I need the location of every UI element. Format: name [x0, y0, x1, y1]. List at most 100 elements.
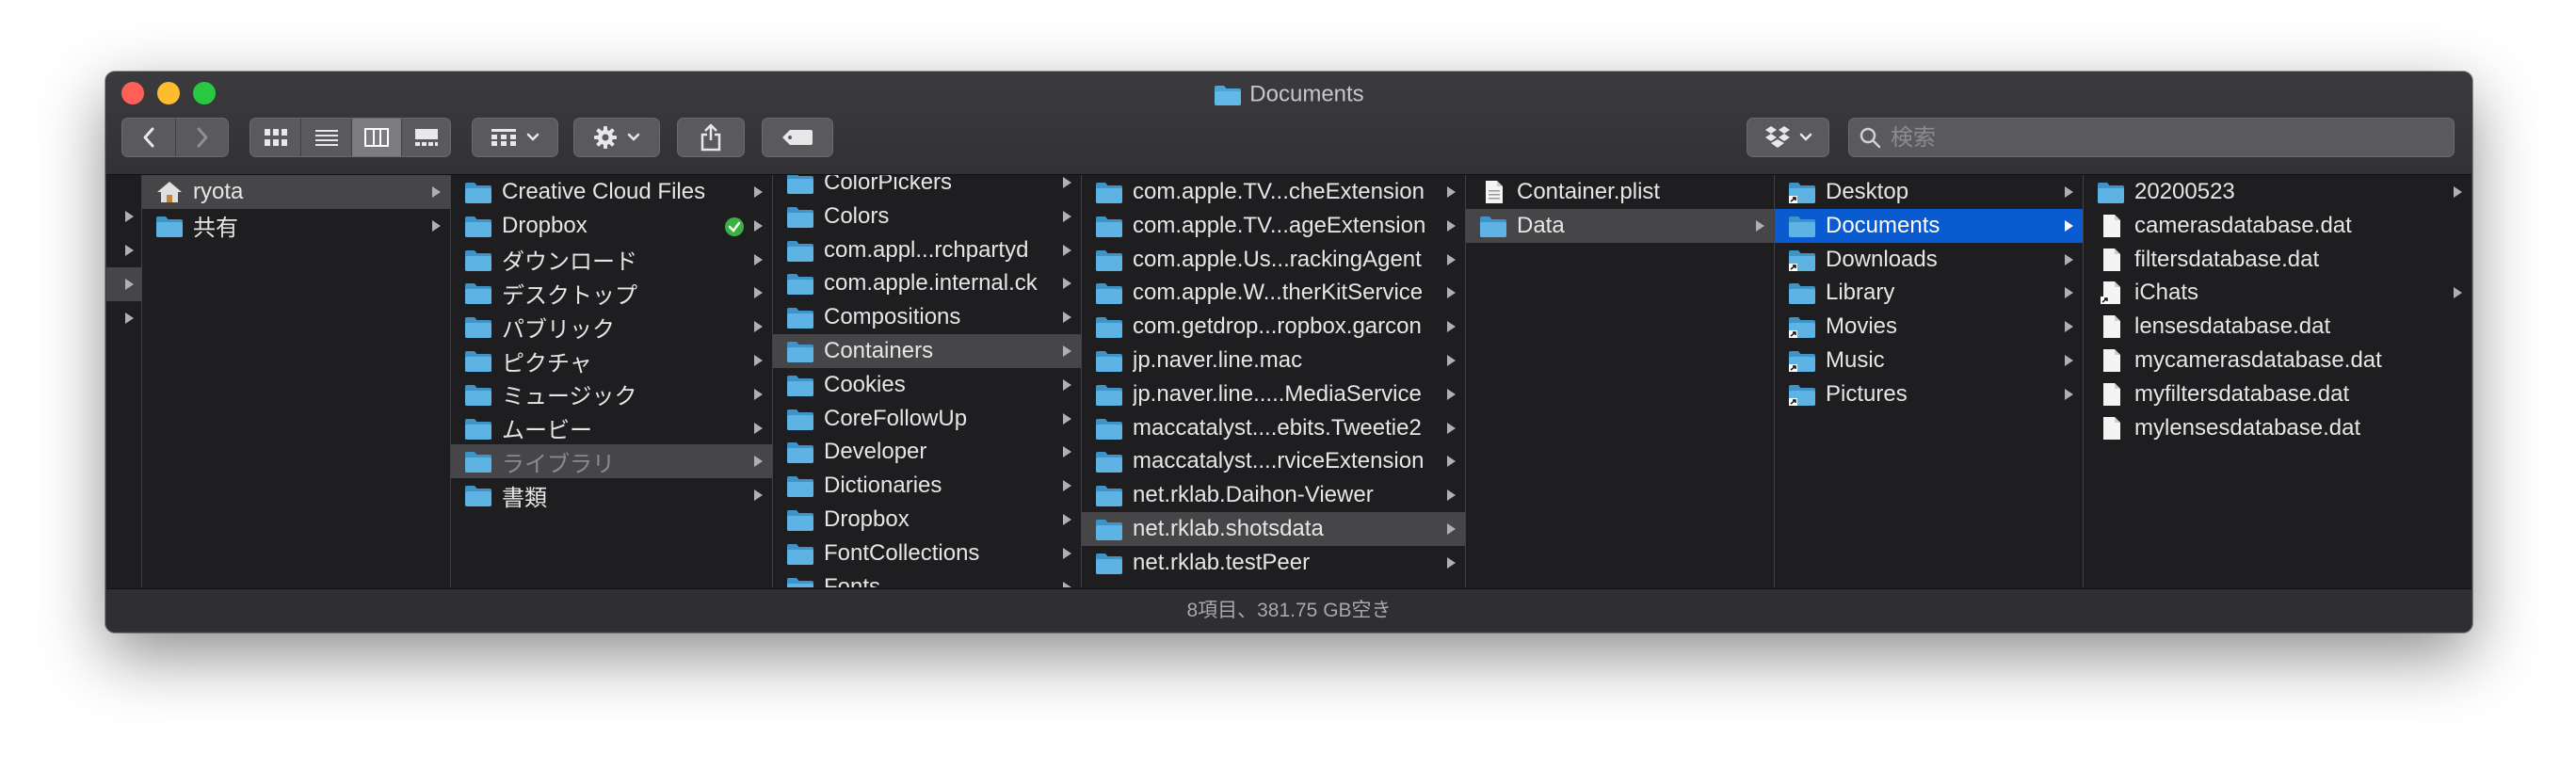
action-button[interactable]	[573, 118, 660, 157]
item-label: FontCollections	[824, 539, 980, 566]
sidebar-row[interactable]	[106, 267, 141, 301]
disclosure-arrow-icon	[1447, 556, 1456, 569]
forward-button[interactable]	[176, 119, 229, 156]
sidebar-row[interactable]	[106, 200, 141, 233]
list-item[interactable]: Dropbox	[451, 209, 772, 243]
list-item[interactable]: camerasdatabase.dat	[2084, 209, 2471, 243]
list-item[interactable]: Fonts	[773, 570, 1081, 587]
search-field[interactable]	[1848, 118, 2455, 158]
list-item[interactable]: Music	[1775, 344, 2083, 377]
list-item[interactable]: net.rklab.Daihon-Viewer	[1082, 478, 1465, 512]
list-item[interactable]: デスクトップ	[451, 276, 772, 310]
column-view-button[interactable]	[352, 119, 401, 156]
list-item[interactable]: Cookies	[773, 368, 1081, 402]
list-item[interactable]: 20200523	[2084, 175, 2471, 209]
list-item[interactable]: mylensesdatabase.dat	[2084, 411, 2471, 445]
list-item[interactable]: net.rklab.shotsdata	[1082, 512, 1465, 546]
list-item[interactable]: ColorPickers	[773, 175, 1081, 200]
sidebar-row[interactable]	[106, 233, 141, 267]
dropbox-icon	[1765, 126, 1790, 148]
share-button[interactable]	[677, 118, 745, 157]
list-item[interactable]: CoreFollowUp	[773, 402, 1081, 436]
list-item[interactable]: lensesdatabase.dat	[2084, 310, 2471, 344]
gallery-view-button[interactable]	[402, 119, 451, 156]
list-item[interactable]: com.apple.TV...cheExtension	[1082, 175, 1465, 209]
folder-icon	[1788, 281, 1816, 305]
list-item[interactable]: net.rklab.testPeer	[1082, 546, 1465, 580]
disclosure-arrow-icon	[754, 253, 763, 265]
disclosure-arrow-icon	[1447, 489, 1456, 502]
list-item[interactable]: 書類	[451, 478, 772, 512]
list-item[interactable]: Desktop	[1775, 175, 2083, 209]
list-item[interactable]: Developer	[773, 435, 1081, 469]
browser-column-7[interactable]: 20200523 camerasdatabase.dat filtersdataba…	[2084, 175, 2471, 587]
list-item[interactable]: ライブラリ	[451, 444, 772, 479]
list-item[interactable]: Dropbox	[773, 503, 1081, 537]
list-item[interactable]: Compositions	[773, 300, 1081, 334]
disclosure-arrow-icon	[754, 355, 763, 366]
list-item[interactable]: Containers	[773, 334, 1081, 368]
list-item[interactable]: Documents	[1775, 208, 2083, 243]
sidebar-row[interactable]	[106, 301, 141, 335]
browser-column-0[interactable]	[106, 175, 142, 587]
item-label: Documents	[1826, 212, 1940, 238]
list-item[interactable]: Library	[1775, 276, 2083, 310]
list-item[interactable]: iChats	[2084, 276, 2471, 310]
list-item[interactable]: ムービー	[451, 411, 772, 445]
toolbar: Documents	[106, 72, 2471, 175]
list-item[interactable]: FontCollections	[773, 537, 1081, 570]
list-view-button[interactable]	[301, 119, 351, 156]
list-item[interactable]: filtersdatabase.dat	[2084, 243, 2471, 277]
list-item[interactable]: ryota	[142, 175, 450, 209]
list-item[interactable]: jp.naver.line.....MediaService	[1082, 377, 1465, 411]
browser-column-3[interactable]: ColorPickers Colors com.appl...rchpartyd co…	[773, 175, 1082, 587]
icon-view-button[interactable]	[250, 119, 300, 156]
item-label: Music	[1826, 347, 1885, 373]
list-item[interactable]: 共有	[142, 209, 450, 243]
list-item[interactable]: Movies	[1775, 310, 2083, 344]
list-item[interactable]: mycamerasdatabase.dat	[2084, 344, 2471, 377]
list-item[interactable]: ミュージック	[451, 377, 772, 411]
list-item[interactable]: com.apple.W...therKitService	[1082, 276, 1465, 310]
list-item[interactable]: ダウンロード	[451, 243, 772, 277]
list-item[interactable]: myfiltersdatabase.dat	[2084, 377, 2471, 411]
list-item[interactable]: Pictures	[1775, 377, 2083, 411]
browser-column-6[interactable]: Desktop Documents Downloads Library Movies Mu…	[1775, 175, 2084, 587]
list-item[interactable]: Dictionaries	[773, 469, 1081, 503]
folder-icon	[464, 314, 492, 339]
list-item[interactable]: ピクチャ	[451, 344, 772, 377]
list-item[interactable]: パブリック	[451, 310, 772, 344]
list-item[interactable]: maccatalyst....rviceExtension	[1082, 444, 1465, 478]
gallery-view-icon	[415, 129, 438, 146]
disclosure-arrow-icon	[1063, 547, 1071, 559]
list-item[interactable]: com.appl...rchpartyd	[773, 233, 1081, 267]
list-item[interactable]: jp.naver.line.mac	[1082, 344, 1465, 377]
icon-view-icon	[264, 129, 287, 146]
list-item[interactable]: com.apple.TV...ageExtension	[1082, 209, 1465, 243]
dropbox-button[interactable]	[1747, 118, 1829, 157]
list-item[interactable]: Colors	[773, 200, 1081, 233]
folder-icon	[1095, 483, 1123, 507]
search-input[interactable]	[1889, 119, 2448, 158]
disclosure-arrow-icon	[1063, 210, 1071, 222]
browser-column-4[interactable]: com.apple.TV...cheExtension com.apple.TV.…	[1082, 175, 1466, 587]
item-label: Library	[1826, 280, 1895, 306]
list-item[interactable]: Container.plist	[1466, 175, 1774, 209]
browser-column-2[interactable]: Creative Cloud Files Dropbox ダウンロード デスクトップパ…	[451, 175, 773, 587]
back-button[interactable]	[122, 119, 175, 156]
browser-column-1[interactable]: ryota 共有	[142, 175, 451, 587]
list-item[interactable]: Downloads	[1775, 243, 2083, 277]
alias-folder-icon	[1788, 382, 1816, 407]
list-item[interactable]: com.getdrop...ropbox.garcon	[1082, 310, 1465, 344]
list-item[interactable]: Data	[1466, 208, 1774, 243]
disclosure-arrow-icon	[1447, 253, 1456, 265]
item-label: ColorPickers	[824, 175, 953, 195]
tag-button[interactable]	[762, 118, 833, 157]
browser-column-5[interactable]: Container.plist Data	[1466, 175, 1775, 587]
list-item[interactable]: com.apple.internal.ck	[773, 266, 1081, 300]
group-button[interactable]	[472, 118, 558, 157]
list-item[interactable]: maccatalyst....ebits.Tweetie2	[1082, 411, 1465, 445]
list-item[interactable]: Creative Cloud Files	[451, 175, 772, 209]
item-label: 書類	[502, 485, 547, 511]
list-item[interactable]: com.apple.Us...rackingAgent	[1082, 243, 1465, 277]
